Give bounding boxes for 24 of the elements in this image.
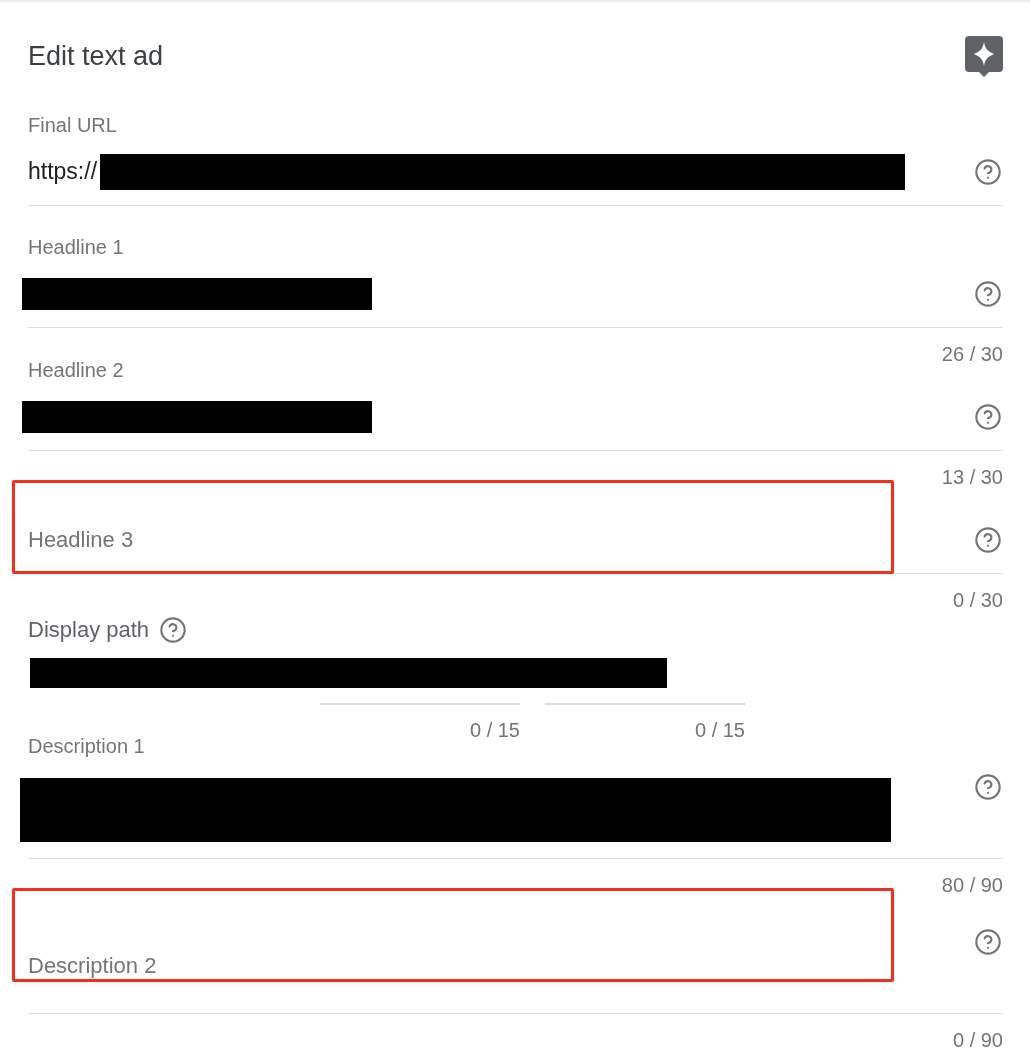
field-label: Description 2 xyxy=(28,953,157,979)
character-counter: 0 / 30 xyxy=(952,588,1003,613)
field-label: Headline 3 xyxy=(28,526,134,553)
field-label: Final URL xyxy=(28,113,117,138)
panel-title: Edit text ad xyxy=(28,40,164,73)
field-label: Display path xyxy=(28,617,150,643)
character-counter: 0 / 15 xyxy=(469,718,520,743)
help-icon[interactable] xyxy=(974,157,1002,186)
field-label: Headline 2 xyxy=(28,358,124,383)
help-icon[interactable] xyxy=(159,616,188,644)
help-icon[interactable] xyxy=(974,525,1002,554)
help-icon[interactable] xyxy=(974,928,1002,956)
character-counter: 0 / 15 xyxy=(694,718,745,743)
help-icon[interactable] xyxy=(974,402,1002,431)
field-label: Headline 1 xyxy=(28,235,124,260)
field-label: Description 1 xyxy=(28,734,145,759)
help-icon[interactable] xyxy=(974,773,1002,801)
character-counter: 26 / 30 xyxy=(941,342,1003,367)
character-counter: 0 / 90 xyxy=(952,1028,1003,1053)
character-counter: 80 / 90 xyxy=(941,873,1003,898)
character-counter: 13 / 30 xyxy=(941,465,1003,490)
url-value[interactable]: https:// xyxy=(28,158,98,185)
sparkle-icon[interactable] xyxy=(965,36,1003,78)
help-icon[interactable] xyxy=(974,279,1002,308)
